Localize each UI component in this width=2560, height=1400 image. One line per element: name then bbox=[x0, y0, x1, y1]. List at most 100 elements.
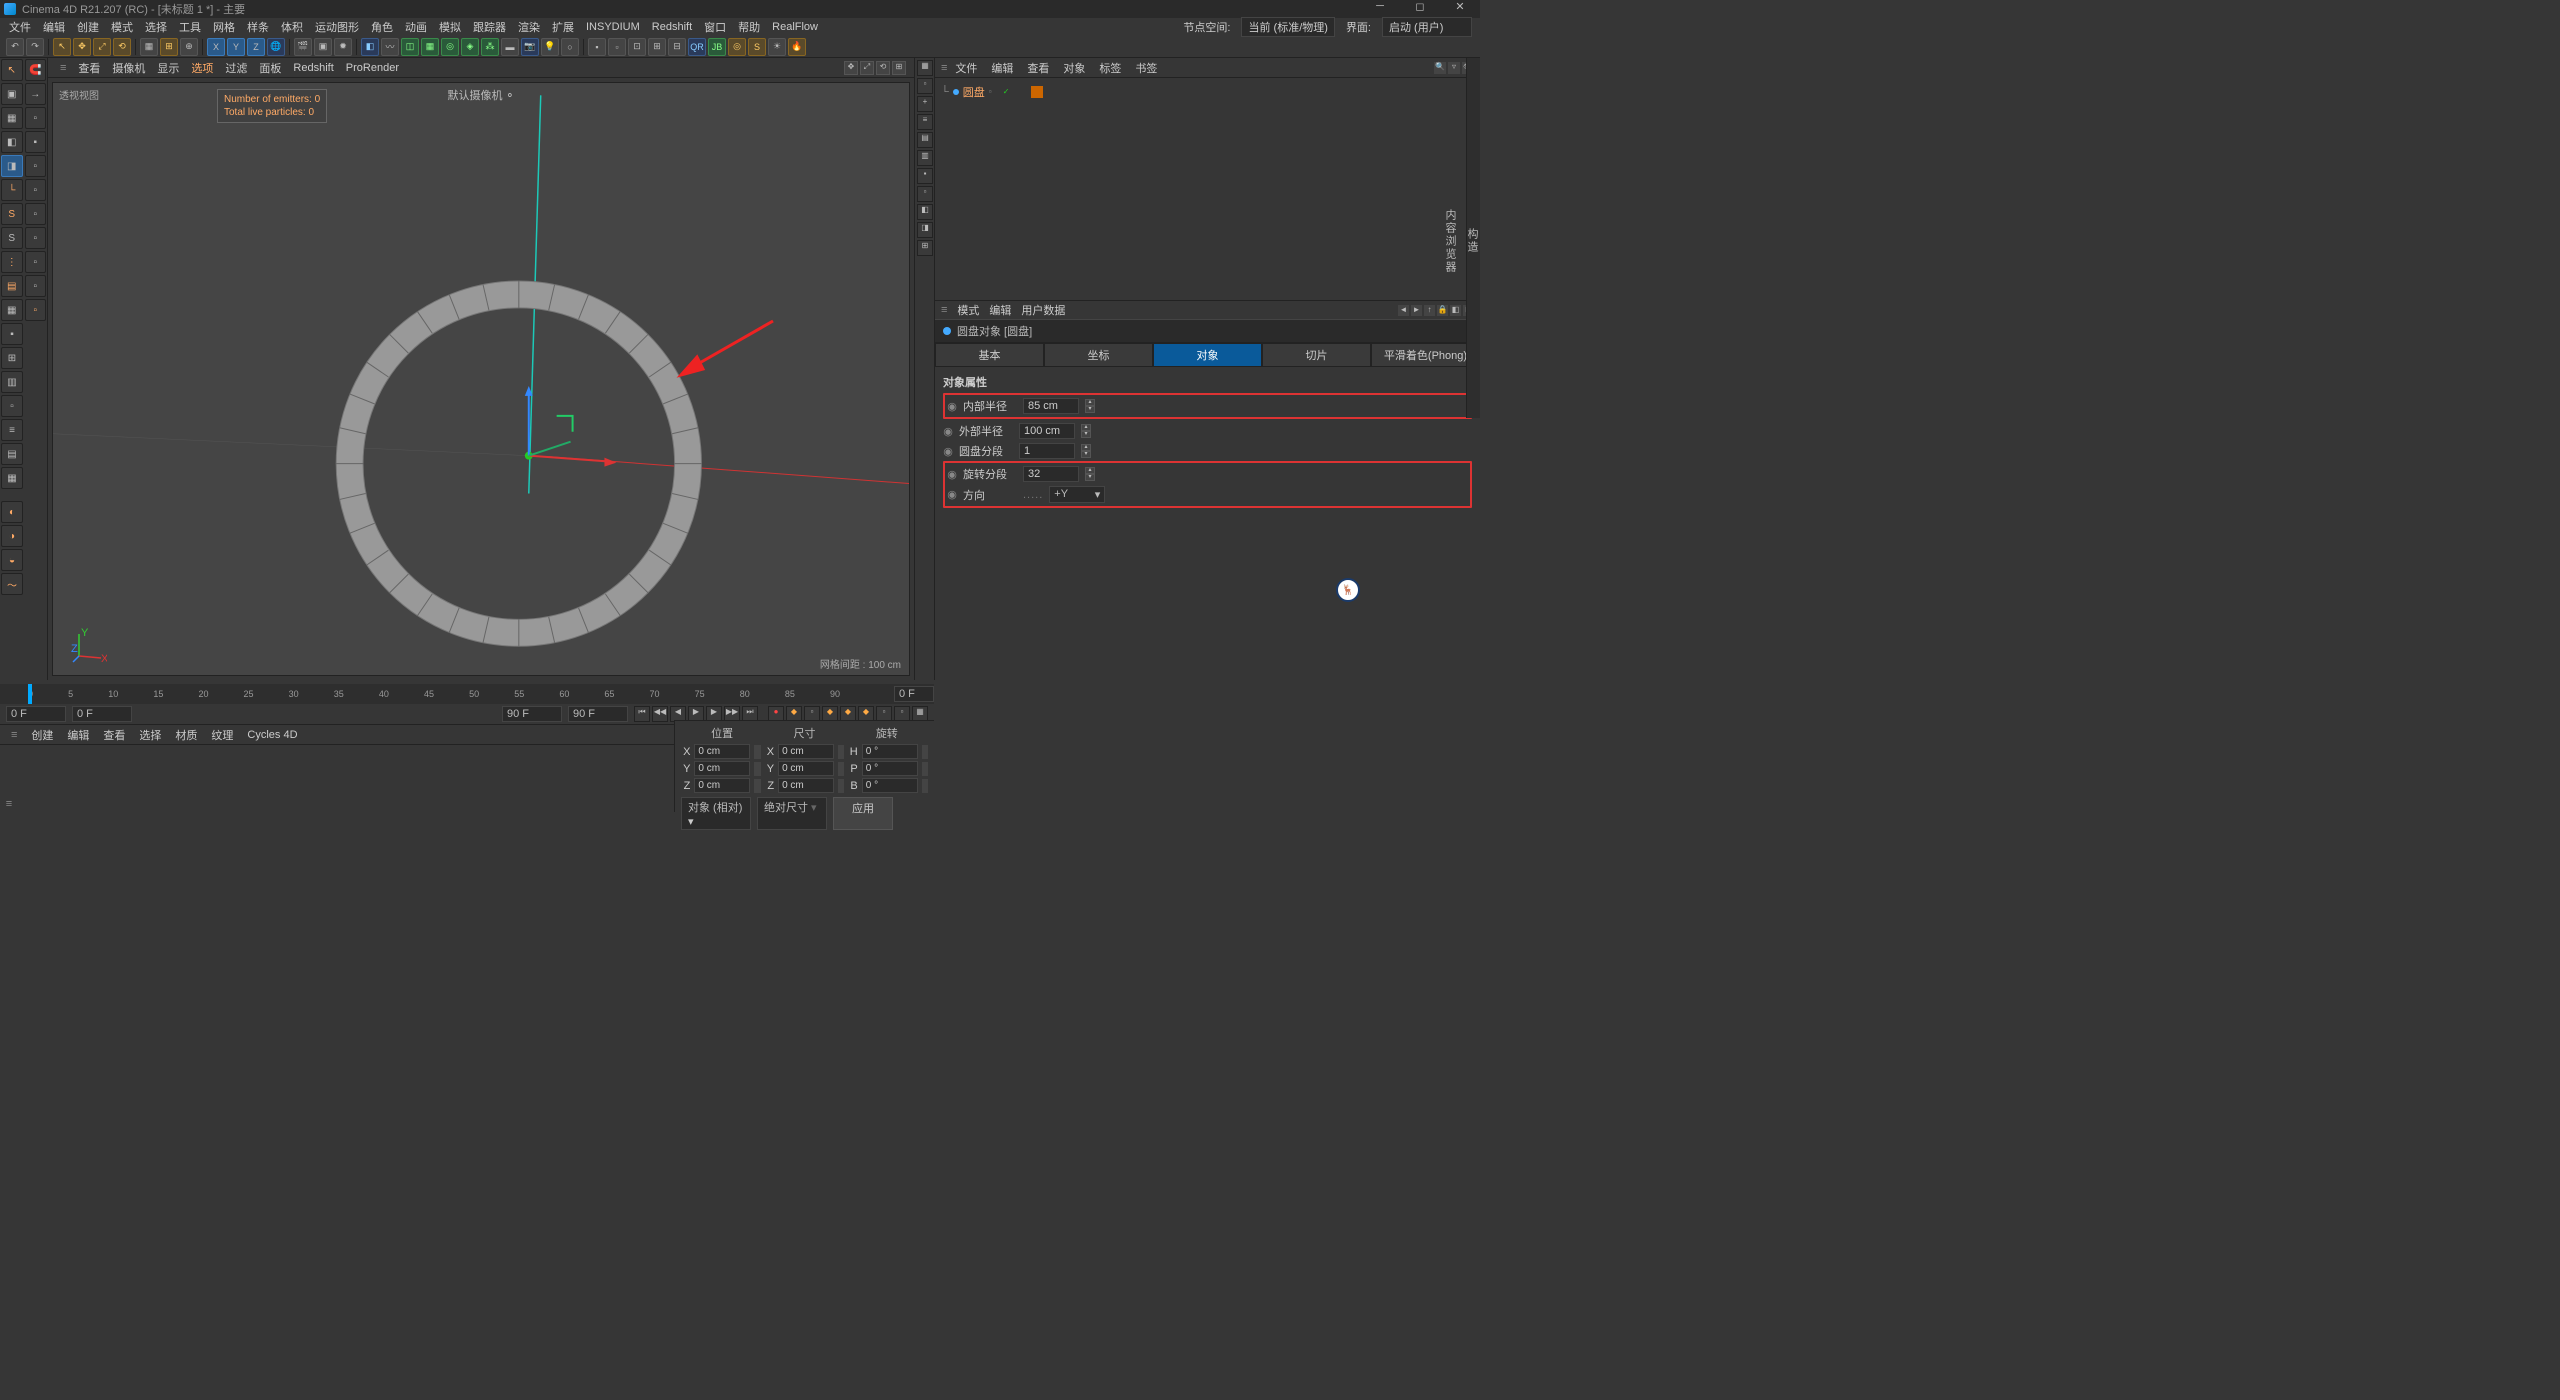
rt-7[interactable]: ▪ bbox=[917, 168, 933, 184]
add-spline[interactable]: 〰 bbox=[381, 38, 399, 56]
vm-display[interactable]: 显示 bbox=[153, 60, 183, 76]
lt-edge[interactable]: ▤ bbox=[1, 275, 23, 297]
mm-material[interactable]: 材质 bbox=[170, 727, 202, 743]
render-region[interactable]: ▣ bbox=[314, 38, 332, 56]
vm-filter[interactable]: 过滤 bbox=[221, 60, 251, 76]
add-camera[interactable]: 📷 bbox=[521, 38, 539, 56]
om-file[interactable]: 文件 bbox=[949, 60, 983, 76]
mm-view[interactable]: 查看 bbox=[98, 727, 130, 743]
lt-b5[interactable]: ▦ bbox=[1, 467, 23, 489]
scale-tool[interactable]: ⤢ bbox=[93, 38, 111, 56]
size-z[interactable] bbox=[778, 778, 834, 793]
menu-window[interactable]: 窗口 bbox=[699, 19, 731, 35]
tab-object[interactable]: 对象 bbox=[1153, 343, 1262, 367]
tool-e[interactable]: ⊟ bbox=[668, 38, 686, 56]
lt-arrow[interactable]: → bbox=[25, 83, 47, 105]
orientation-select[interactable]: +Y▾ bbox=[1049, 486, 1105, 503]
menu-edit[interactable]: 编辑 bbox=[38, 19, 70, 35]
viewport-perspective[interactable]: 透视视图 默认摄像机 ⚬ Number of emitters: 0 Total… bbox=[52, 82, 910, 676]
render-view[interactable]: 🎬 bbox=[294, 38, 312, 56]
tool-flame[interactable]: 🔥 bbox=[788, 38, 806, 56]
menu-select[interactable]: 选择 bbox=[140, 19, 172, 35]
lt-c4[interactable]: 〜 bbox=[1, 573, 23, 595]
rt-3[interactable]: + bbox=[917, 96, 933, 112]
menu-volume[interactable]: 体积 bbox=[276, 19, 308, 35]
add-generator[interactable]: ◫ bbox=[401, 38, 419, 56]
object-tree[interactable]: └ 圆盘 ▫ ✓ bbox=[935, 78, 1480, 300]
add-null[interactable]: ○ bbox=[561, 38, 579, 56]
menu-insydium[interactable]: INSYDIUM bbox=[581, 21, 645, 33]
apply-button[interactable]: 应用 bbox=[833, 797, 893, 830]
render-settings[interactable]: ✹ bbox=[334, 38, 352, 56]
tool-a[interactable]: ▪ bbox=[588, 38, 606, 56]
add-light[interactable]: 💡 bbox=[541, 38, 559, 56]
phong-tag-icon[interactable] bbox=[1031, 86, 1043, 98]
mm-cycles[interactable]: Cycles 4D bbox=[242, 729, 302, 741]
lock-xyz[interactable]: ⊞ bbox=[160, 38, 178, 56]
lt-s1[interactable]: S bbox=[1, 203, 23, 225]
frame-current[interactable] bbox=[72, 706, 132, 722]
tool-jb[interactable]: JB bbox=[708, 38, 726, 56]
tab-slice[interactable]: 切片 bbox=[1262, 343, 1371, 367]
size-x[interactable] bbox=[778, 744, 834, 759]
tool-sun[interactable]: ☀ bbox=[768, 38, 786, 56]
vm-prorender[interactable]: ProRender bbox=[342, 62, 403, 74]
tab-basic[interactable]: 基本 bbox=[935, 343, 1044, 367]
pos-y[interactable] bbox=[694, 761, 750, 776]
lt-model[interactable]: ▦ bbox=[1, 107, 23, 129]
sidetab-content[interactable]: 内容浏览器 bbox=[1442, 64, 1458, 418]
lt-work[interactable]: ▥ bbox=[1, 371, 23, 393]
add-cube[interactable]: ◧ bbox=[361, 38, 379, 56]
size-mode-select[interactable]: 绝对尺寸 ▾ bbox=[757, 797, 827, 830]
timeline-playhead[interactable] bbox=[28, 684, 32, 704]
nodespace-dropdown[interactable]: 当前 (标准/物理) bbox=[1241, 17, 1334, 37]
vm-redshift[interactable]: Redshift bbox=[289, 62, 337, 74]
rt-9[interactable]: ◧ bbox=[917, 204, 933, 220]
disc-segments-input[interactable] bbox=[1019, 443, 1075, 459]
rot-b[interactable] bbox=[862, 778, 918, 793]
lt-c3[interactable]: ◒ bbox=[1, 549, 23, 571]
lt-axis[interactable]: └ bbox=[1, 179, 23, 201]
vm-view[interactable]: 查看 bbox=[74, 60, 104, 76]
lt-a4[interactable]: ▫ bbox=[25, 155, 47, 177]
rotate-tool[interactable]: ⟲ bbox=[113, 38, 131, 56]
close-button[interactable]: ✕ bbox=[1440, 0, 1480, 18]
tab-coord[interactable]: 坐标 bbox=[1044, 343, 1153, 367]
menu-file[interactable]: 文件 bbox=[4, 19, 36, 35]
layout-dropdown[interactable]: 启动 (用户) bbox=[1382, 17, 1472, 37]
lt-a7[interactable]: ▫ bbox=[25, 227, 47, 249]
vp-nav1[interactable]: ✥ bbox=[844, 61, 858, 75]
menu-extensions[interactable]: 扩展 bbox=[547, 19, 579, 35]
am-edit[interactable]: 编辑 bbox=[989, 302, 1011, 318]
timeline-end-display[interactable] bbox=[894, 686, 934, 702]
am-userdata[interactable]: 用户数据 bbox=[1021, 302, 1065, 318]
tree-item-disc[interactable]: └ 圆盘 ▫ ✓ bbox=[939, 82, 1476, 102]
om-tags[interactable]: 标签 bbox=[1093, 60, 1127, 76]
lt-a8[interactable]: ▫ bbox=[25, 251, 47, 273]
om-objects[interactable]: 对象 bbox=[1057, 60, 1091, 76]
lt-b4[interactable]: ▤ bbox=[1, 443, 23, 465]
lt-magnet[interactable]: 🧲 bbox=[25, 59, 47, 81]
mm-select[interactable]: 选择 bbox=[134, 727, 166, 743]
lt-a3[interactable]: ▪ bbox=[25, 131, 47, 153]
inner-radius-down[interactable]: ▾ bbox=[1085, 406, 1095, 413]
axis-z-toggle[interactable]: Z bbox=[247, 38, 265, 56]
tool-c[interactable]: ⊡ bbox=[628, 38, 646, 56]
lt-tex[interactable]: ◧ bbox=[1, 131, 23, 153]
recent-tool[interactable]: ▦ bbox=[140, 38, 158, 56]
am-mode[interactable]: 模式 bbox=[957, 302, 979, 318]
add-deformer[interactable]: ▦ bbox=[421, 38, 439, 56]
mm-create[interactable]: 创建 bbox=[26, 727, 58, 743]
lt-a9[interactable]: ▫ bbox=[25, 275, 47, 297]
vp-nav3[interactable]: ⟲ bbox=[876, 61, 890, 75]
rt-2[interactable]: ▫ bbox=[917, 78, 933, 94]
add-volume[interactable]: ▬ bbox=[501, 38, 519, 56]
add-mograph[interactable]: ⁂ bbox=[481, 38, 499, 56]
undo-button[interactable]: ↶ bbox=[6, 38, 24, 56]
lt-editable[interactable]: ▣ bbox=[1, 83, 23, 105]
menu-simulate[interactable]: 模拟 bbox=[434, 19, 466, 35]
minimize-button[interactable]: ─ bbox=[1360, 0, 1400, 18]
select-tool[interactable]: ↖ bbox=[53, 38, 71, 56]
lt-b2[interactable]: ▫ bbox=[1, 395, 23, 417]
rotation-segments-input[interactable] bbox=[1023, 466, 1079, 482]
